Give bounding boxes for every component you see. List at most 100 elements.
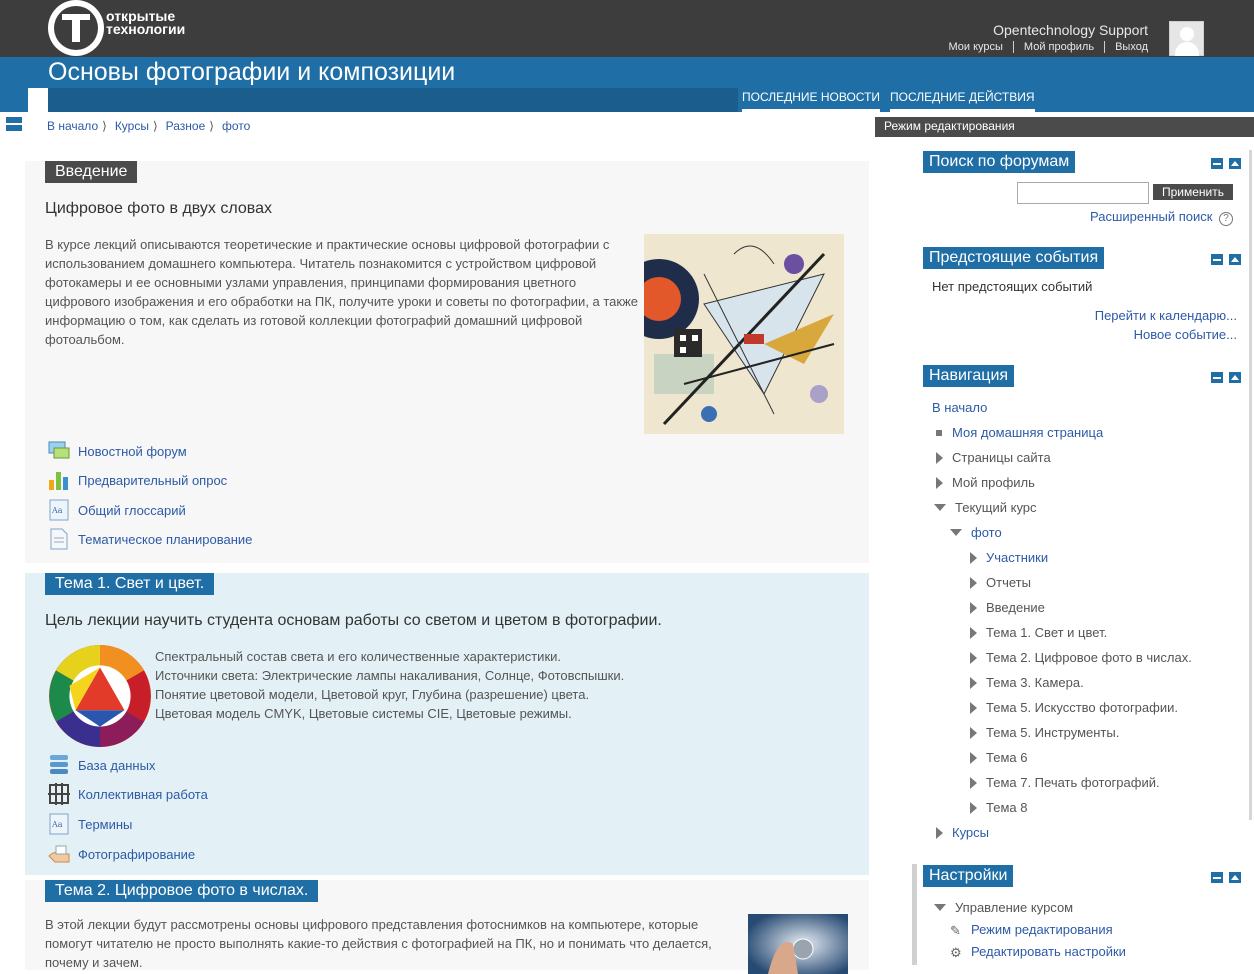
nav-participants[interactable]: Участники <box>970 550 1048 565</box>
edit-mode-bar[interactable]: Режим редактирования <box>875 117 1254 137</box>
nav-intro[interactable]: Введение <box>970 600 1045 615</box>
activity-label[interactable]: Предварительный опрос <box>78 473 227 488</box>
nav-label[interactable]: Курсы <box>952 825 989 840</box>
nav-course[interactable]: фото <box>950 525 1002 540</box>
breadcrumb-courses[interactable]: Курсы <box>115 119 149 133</box>
activity-forum[interactable]: Новостной форум <box>47 439 187 463</box>
nav-label[interactable]: Участники <box>986 550 1048 565</box>
nav-label[interactable]: Введение <box>986 600 1045 615</box>
nav-label[interactable]: фото <box>971 525 1002 540</box>
nav-topic-3[interactable]: Тема 3. Камера. <box>970 675 1084 690</box>
nav-label[interactable]: Режим редактирования <box>971 922 1113 937</box>
search-input[interactable] <box>1017 182 1149 204</box>
link-logout[interactable]: Выход <box>1104 41 1148 53</box>
nav-home[interactable]: В начало <box>932 400 987 415</box>
search-apply-button[interactable]: Применить <box>1153 184 1234 200</box>
move-up-icon[interactable] <box>1229 158 1241 169</box>
move-up-icon[interactable] <box>1229 872 1241 883</box>
nav-label[interactable]: Тема 8 <box>986 800 1027 815</box>
activity-database[interactable]: База данных <box>47 753 155 777</box>
link-my-profile[interactable]: Мой профиль <box>1012 41 1104 53</box>
nav-label[interactable]: Тема 5. Инструменты. <box>986 725 1119 740</box>
collapse-icon[interactable] <box>934 504 946 511</box>
nav-label[interactable]: Тема 3. Камера. <box>986 675 1084 690</box>
user-name[interactable]: Opentechnology Support <box>993 22 1148 38</box>
expand-icon[interactable] <box>936 451 943 464</box>
expand-icon[interactable] <box>970 626 977 639</box>
activity-label[interactable]: База данных <box>78 758 155 773</box>
nav-site-pages[interactable]: Страницы сайта <box>936 450 1051 465</box>
nav-label[interactable]: Отчеты <box>986 575 1031 590</box>
tab-latest-news[interactable]: ПОСЛЕДНИЕ НОВОСТИ <box>742 88 881 112</box>
move-up-icon[interactable] <box>1229 372 1241 383</box>
activity-terms[interactable]: Aa Термины <box>47 812 132 836</box>
settings-edit-settings[interactable]: ⚙ Редактировать настройки <box>950 944 1126 960</box>
expand-icon[interactable] <box>970 801 977 814</box>
advanced-search-label[interactable]: Расширенный поиск <box>1090 209 1212 224</box>
activity-label[interactable]: Коллективная работа <box>78 787 208 802</box>
nav-label[interactable]: Редактировать настройки <box>971 944 1126 959</box>
nav-label[interactable]: Тема 5. Искусство фотографии. <box>986 700 1178 715</box>
dock-icon[interactable] <box>6 117 22 133</box>
nav-topic-2[interactable]: Тема 2. Цифровое фото в числах. <box>970 650 1192 665</box>
expand-icon[interactable] <box>970 601 977 614</box>
activity-assignment[interactable]: Фотографирование <box>47 842 195 866</box>
nav-topic-5a[interactable]: Тема 5. Искусство фотографии. <box>970 700 1178 715</box>
advanced-search-link[interactable]: Расширенный поиск ? <box>1090 209 1234 226</box>
nav-label[interactable]: Тема 2. Цифровое фото в числах. <box>986 650 1192 665</box>
help-icon[interactable]: ? <box>1219 212 1234 226</box>
minimize-icon[interactable] <box>1211 158 1223 169</box>
nav-label[interactable]: Моя домашняя страница <box>952 425 1103 440</box>
settings-course-admin[interactable]: Управление курсом <box>934 900 1073 915</box>
activity-planning[interactable]: Тематическое планирование <box>47 527 252 551</box>
settings-edit-mode[interactable]: ✎ Режим редактирования <box>950 922 1113 938</box>
expand-icon[interactable] <box>970 651 977 664</box>
nav-my-profile[interactable]: Мой профиль <box>936 475 1035 490</box>
minimize-icon[interactable] <box>1211 254 1223 265</box>
nav-courses[interactable]: Курсы <box>936 825 989 840</box>
move-up-icon[interactable] <box>1229 254 1241 265</box>
minimize-icon[interactable] <box>1211 872 1223 883</box>
nav-label[interactable]: Страницы сайта <box>952 450 1051 465</box>
nav-topic-8[interactable]: Тема 8 <box>970 800 1027 815</box>
nav-current-course[interactable]: Текущий курс <box>934 500 1037 515</box>
nav-my-home[interactable]: Моя домашняя страница <box>936 425 1103 440</box>
nav-label[interactable]: Управление курсом <box>955 900 1073 915</box>
scrollbar[interactable] <box>1249 150 1252 820</box>
link-my-courses[interactable]: Мои курсы <box>938 41 1012 53</box>
avatar[interactable] <box>1169 21 1204 56</box>
breadcrumb-course[interactable]: фото <box>222 119 250 133</box>
nav-label[interactable]: Тема 1. Свет и цвет. <box>986 625 1107 640</box>
expand-icon[interactable] <box>936 476 943 489</box>
expand-icon[interactable] <box>970 676 977 689</box>
activity-label[interactable]: Новостной форум <box>78 444 187 459</box>
calendar-link[interactable]: Перейти к календарю... <box>1095 308 1237 323</box>
activity-label[interactable]: Тематическое планирование <box>78 532 252 547</box>
breadcrumb-misc[interactable]: Разное <box>166 119 206 133</box>
expand-icon[interactable] <box>936 826 943 839</box>
expand-icon[interactable] <box>970 701 977 714</box>
nav-label[interactable]: Текущий курс <box>955 500 1037 515</box>
nav-topic-5b[interactable]: Тема 5. Инструменты. <box>970 725 1119 740</box>
activity-poll[interactable]: Предварительный опрос <box>47 468 227 492</box>
nav-topic-6[interactable]: Тема 6 <box>970 750 1027 765</box>
activity-workshop[interactable]: Коллективная работа <box>47 782 208 806</box>
activity-label[interactable]: Термины <box>78 817 132 832</box>
nav-label[interactable]: Мой профиль <box>952 475 1035 490</box>
nav-topic-1[interactable]: Тема 1. Свет и цвет. <box>970 625 1107 640</box>
activity-glossary[interactable]: Aa Общий глоссарий <box>47 498 186 522</box>
tab-recent-activity[interactable]: ПОСЛЕДНИЕ ДЕЙСТВИЯ <box>890 88 1035 112</box>
nav-label[interactable]: Тема 6 <box>986 750 1027 765</box>
expand-icon[interactable] <box>970 751 977 764</box>
expand-icon[interactable] <box>970 551 977 564</box>
collapse-icon[interactable] <box>934 904 946 911</box>
minimize-icon[interactable] <box>1211 372 1223 383</box>
activity-label[interactable]: Фотографирование <box>78 847 195 862</box>
collapse-icon[interactable] <box>950 529 962 536</box>
activity-label[interactable]: Общий глоссарий <box>78 503 186 518</box>
nav-label[interactable]: Тема 7. Печать фотографий. <box>986 775 1160 790</box>
nav-reports[interactable]: Отчеты <box>970 575 1031 590</box>
new-event-link[interactable]: Новое событие... <box>1134 327 1237 342</box>
breadcrumb-home[interactable]: В начало <box>47 119 98 133</box>
expand-icon[interactable] <box>970 576 977 589</box>
